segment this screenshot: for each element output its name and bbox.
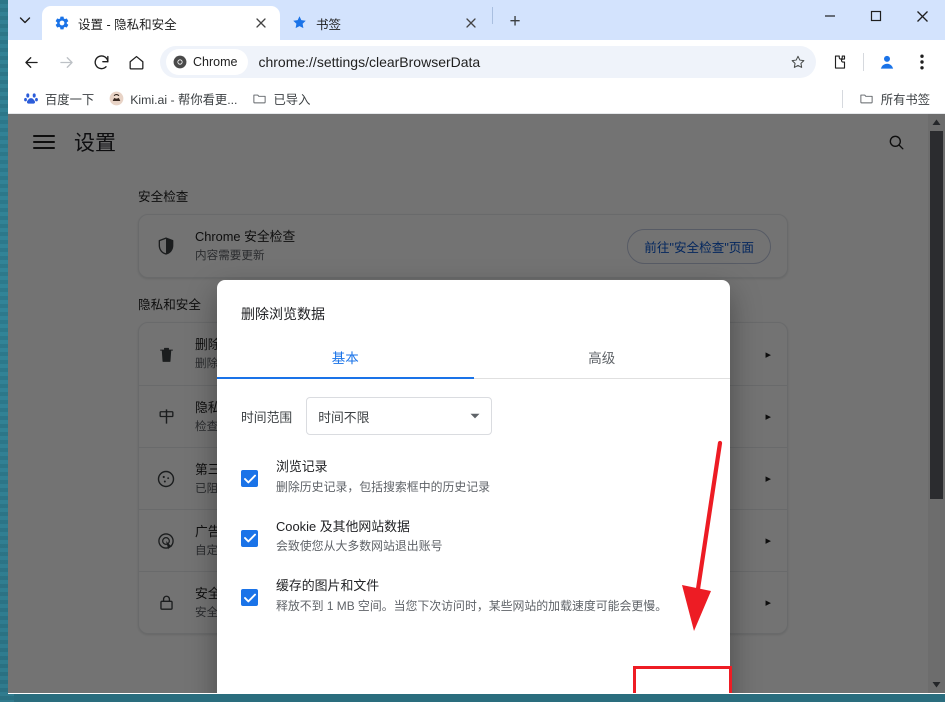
address-bar[interactable]: Chrome chrome://settings/clearBrowserDat… [160,46,816,78]
browser-window: 设置 - 隐私和安全 书签 + Chrome chrome://settings… [8,0,945,694]
option-browsing-history[interactable]: 浏览记录 删除历史记录，包括搜索框中的历史记录 [241,457,706,497]
folder-icon [251,91,267,107]
back-icon[interactable] [14,45,48,79]
three-dot-menu-icon[interactable] [905,45,939,79]
bookmarks-divider [841,89,843,108]
all-bookmarks-label: 所有书签 [880,92,930,107]
star-icon [292,15,308,31]
folder-icon [859,91,875,107]
dialog-title: 删除浏览数据 [241,306,325,322]
bookmark-label: 已导入 [273,92,311,107]
chrome-chip-label: Chrome [193,55,238,69]
option-cached-files[interactable]: 缓存的图片和文件 释放不到 1 MB 空间。当您下次访问时，某些网站的加载速度可… [241,576,706,616]
close-icon[interactable] [462,14,480,32]
forward-icon[interactable] [49,45,83,79]
extensions-icon[interactable] [823,45,857,79]
tab-basic[interactable]: 基本 [217,338,474,379]
option-desc: 会致使您从大多数网站退出账号 [276,539,443,554]
dialog-body: 时间范围 时间不限 浏览记录 删除历史记录，包括搜索框中的历史记录 Cookie… [217,379,730,693]
minimize-icon[interactable] [807,0,853,32]
tab-search-chevron-icon[interactable] [8,0,42,40]
home-icon[interactable] [119,45,153,79]
toolbar-divider [863,53,864,71]
chevron-down-icon [470,411,480,421]
all-bookmarks-button[interactable]: 所有书签 [852,87,937,111]
kimi-favicon-icon [108,91,124,107]
option-cookies[interactable]: Cookie 及其他网站数据 会致使您从大多数网站退出账号 [241,517,706,557]
bookmark-label: Kimi.ai - 帮你看更... [130,92,238,107]
bookmark-label: 百度一下 [45,92,95,107]
option-text: 缓存的图片和文件 释放不到 1 MB 空间。当您下次访问时，某些网站的加载速度可… [276,576,667,616]
chrome-chip: Chrome [166,49,249,75]
option-title: Cookie 及其他网站数据 [276,518,410,534]
checkbox-checked-icon[interactable] [241,470,258,487]
tab-strip: 设置 - 隐私和安全 书签 + [8,0,945,40]
gear-icon [54,15,70,31]
option-title: 浏览记录 [276,459,328,474]
maximize-icon[interactable] [853,0,899,32]
option-desc: 释放不到 1 MB 空间。当您下次访问时，某些网站的加载速度可能会更慢。 [276,599,668,614]
bookmarks-bar: 百度一下 Kimi.ai - 帮你看更... 已导入 所有书签 [8,84,945,114]
bookmark-star-icon[interactable] [784,48,812,76]
checkbox-checked-icon[interactable] [241,529,258,547]
tab-settings[interactable]: 设置 - 隐私和安全 [42,6,280,40]
baidu-favicon-icon [23,91,39,107]
clear-browsing-data-dialog: 删除浏览数据 基本 高级 时间范围 时间不限 浏览记录 删除历史记录，包括搜索框… [217,280,730,693]
settings-page: 设置 安全检查 Chrome 安全检查 内容需要更新 [8,114,945,693]
tab-advanced[interactable]: 高级 [474,338,731,378]
time-range-select[interactable]: 时间不限 [306,397,493,435]
close-window-icon[interactable] [899,0,945,32]
bookmark-item[interactable]: Kimi.ai - 帮你看更... [101,87,244,111]
option-title: 缓存的图片和文件 [276,578,380,594]
all-bookmarks-area: 所有书签 [837,87,937,111]
time-range-value: 时间不限 [318,409,370,425]
url-text[interactable]: chrome://settings/clearBrowserData [258,54,784,70]
delete-options-list: 浏览记录 删除历史记录，包括搜索框中的历史记录 Cookie 及其他网站数据 会… [241,457,706,616]
tab-title: 书签 [316,17,342,32]
bookmark-item[interactable]: 百度一下 [16,87,101,111]
dialog-tabs: 基本 高级 [217,338,730,379]
time-range-row: 时间范围 时间不限 [241,397,706,435]
option-desc: 删除历史记录，包括搜索框中的历史记录 [276,479,491,494]
browser-toolbar: Chrome chrome://settings/clearBrowserDat… [8,40,945,84]
chrome-logo-icon [173,55,187,69]
bookmark-folder[interactable]: 已导入 [244,87,317,111]
option-text: Cookie 及其他网站数据 会致使您从大多数网站退出账号 [276,517,442,557]
reload-icon[interactable] [84,45,118,79]
time-range-label: 时间范围 [241,409,293,425]
tab-title: 设置 - 隐私和安全 [78,17,177,32]
profile-avatar[interactable] [870,45,904,79]
new-tab-button[interactable]: + [501,8,529,36]
checkbox-checked-icon[interactable] [241,589,258,607]
close-icon[interactable] [252,14,270,32]
tab-divider [492,6,493,24]
option-text: 浏览记录 删除历史记录，包括搜索框中的历史记录 [276,457,490,497]
window-controls [807,0,945,40]
tab-bookmarks[interactable]: 书签 [280,6,490,40]
